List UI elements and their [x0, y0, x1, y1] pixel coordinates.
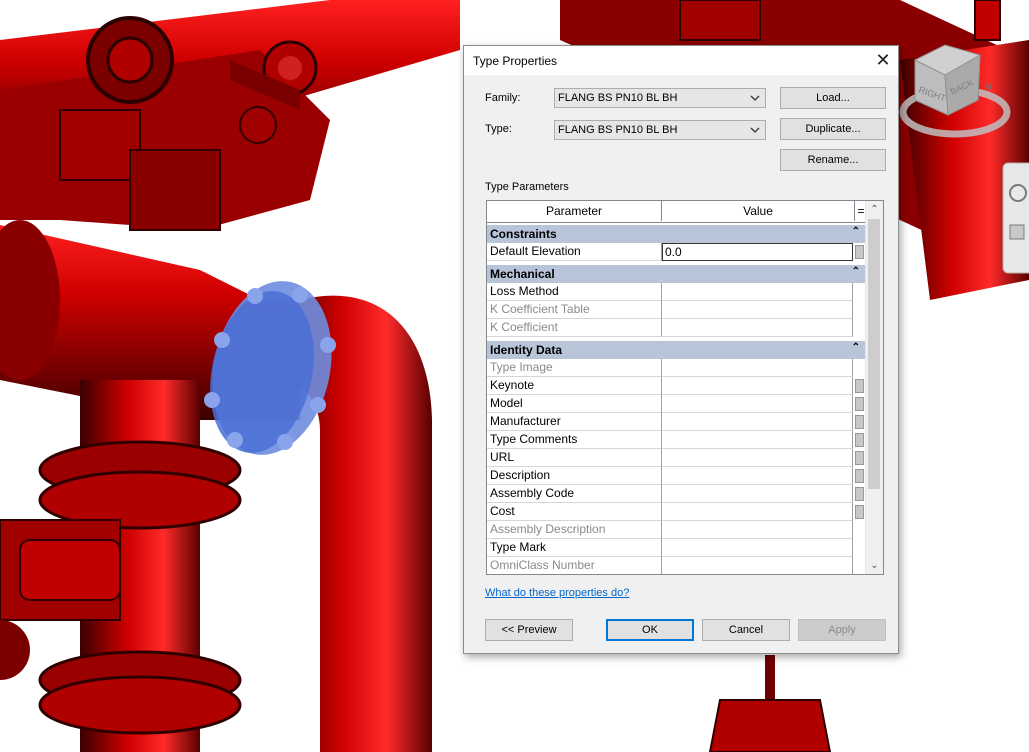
- param-value-input[interactable]: 0.0: [662, 243, 853, 261]
- param-row[interactable]: URL: [487, 449, 866, 467]
- group-label: Mechanical: [490, 267, 555, 281]
- param-value: [662, 301, 853, 319]
- param-row[interactable]: Default Elevation 0.0: [487, 243, 866, 261]
- param-name: K Coefficient: [487, 319, 662, 337]
- load-button[interactable]: Load...: [780, 87, 886, 109]
- param-name: Loss Method: [487, 283, 662, 301]
- duplicate-button[interactable]: Duplicate...: [780, 118, 886, 140]
- param-name: Type Mark: [487, 539, 662, 557]
- preview-button[interactable]: << Preview: [485, 619, 573, 641]
- dialog-titlebar[interactable]: Type Properties ✕: [464, 46, 898, 75]
- scroll-down-icon[interactable]: ⌄: [866, 557, 883, 574]
- param-name: Manufacturer: [487, 413, 662, 431]
- apply-button[interactable]: Apply: [798, 619, 886, 641]
- type-parameters-grid[interactable]: Parameter Value = Constraints ⌃ Default …: [486, 200, 884, 575]
- param-name: Cost: [487, 503, 662, 521]
- formula-button[interactable]: [855, 505, 864, 519]
- family-label: Family:: [485, 92, 521, 104]
- group-mechanical[interactable]: Mechanical ⌃: [487, 265, 866, 283]
- column-header-value[interactable]: Value: [662, 201, 855, 221]
- param-name: URL: [487, 449, 662, 467]
- param-row: Type Image: [487, 359, 866, 377]
- formula-button[interactable]: [855, 487, 864, 501]
- group-label: Identity Data: [490, 343, 563, 357]
- collapse-icon[interactable]: ⌃: [852, 342, 860, 353]
- type-label: Type:: [485, 123, 512, 135]
- formula-button[interactable]: [855, 451, 864, 465]
- param-value[interactable]: [662, 283, 853, 301]
- param-row[interactable]: Model: [487, 395, 866, 413]
- chevron-down-icon: [750, 127, 760, 133]
- collapse-icon[interactable]: ⌃: [852, 226, 860, 237]
- param-value[interactable]: [662, 503, 853, 521]
- param-name: K Coefficient Table: [487, 301, 662, 319]
- chevron-down-icon: [750, 95, 760, 101]
- param-name: Keynote: [487, 377, 662, 395]
- close-icon[interactable]: ✕: [868, 46, 898, 75]
- param-row[interactable]: Loss Method: [487, 283, 866, 301]
- help-link[interactable]: What do these properties do?: [485, 587, 629, 599]
- cancel-button[interactable]: Cancel: [702, 619, 790, 641]
- formula-button[interactable]: [855, 397, 864, 411]
- scroll-up-icon[interactable]: ⌃: [866, 201, 883, 218]
- param-row: OmniClass Number: [487, 557, 866, 574]
- param-row[interactable]: Type Mark: [487, 539, 866, 557]
- param-value[interactable]: [662, 449, 853, 467]
- formula-button[interactable]: [855, 379, 864, 393]
- param-row[interactable]: Type Comments: [487, 431, 866, 449]
- param-name: Default Elevation: [487, 243, 662, 261]
- param-row: Assembly Description: [487, 521, 866, 539]
- rename-button[interactable]: Rename...: [780, 149, 886, 171]
- param-value: [662, 319, 853, 337]
- param-value[interactable]: [662, 431, 853, 449]
- type-value: FLANG BS PN10 BL BH: [558, 124, 678, 136]
- param-value[interactable]: [662, 413, 853, 431]
- param-name: Assembly Code: [487, 485, 662, 503]
- formula-button[interactable]: [855, 433, 864, 447]
- param-value[interactable]: [662, 377, 853, 395]
- type-properties-dialog: Type Properties ✕ Family: FLANG BS PN10 …: [463, 45, 899, 654]
- type-dropdown[interactable]: FLANG BS PN10 BL BH: [554, 120, 766, 140]
- param-value[interactable]: [662, 485, 853, 503]
- group-identity-data[interactable]: Identity Data ⌃: [487, 341, 866, 359]
- svg-text:N: N: [985, 82, 992, 92]
- param-value: [662, 521, 853, 539]
- param-row: K Coefficient Table: [487, 301, 866, 319]
- param-name: OmniClass Number: [487, 557, 662, 574]
- ok-button[interactable]: OK: [606, 619, 694, 641]
- grid-header: Parameter Value =: [487, 201, 867, 223]
- formula-button[interactable]: [855, 245, 864, 259]
- param-value: [662, 557, 853, 574]
- dialog-title: Type Properties: [473, 54, 558, 68]
- param-name: Type Comments: [487, 431, 662, 449]
- param-row[interactable]: Description: [487, 467, 866, 485]
- formula-button[interactable]: [855, 415, 864, 429]
- param-name: Model: [487, 395, 662, 413]
- param-name: Assembly Description: [487, 521, 662, 539]
- param-row[interactable]: Manufacturer: [487, 413, 866, 431]
- param-name: Description: [487, 467, 662, 485]
- family-dropdown[interactable]: FLANG BS PN10 BL BH: [554, 88, 766, 108]
- param-value: [662, 359, 853, 377]
- column-header-parameter[interactable]: Parameter: [487, 201, 662, 221]
- param-value[interactable]: [662, 395, 853, 413]
- formula-button[interactable]: [855, 469, 864, 483]
- grid-scrollbar[interactable]: ⌃ ⌄: [865, 201, 883, 574]
- family-value: FLANG BS PN10 BL BH: [558, 92, 678, 104]
- param-name: Type Image: [487, 359, 662, 377]
- param-row[interactable]: Cost: [487, 503, 866, 521]
- navigation-bar[interactable]: [1002, 162, 1029, 274]
- param-value[interactable]: [662, 539, 853, 557]
- param-value[interactable]: [662, 467, 853, 485]
- param-row[interactable]: Keynote: [487, 377, 866, 395]
- group-constraints[interactable]: Constraints ⌃: [487, 225, 866, 243]
- collapse-icon[interactable]: ⌃: [852, 266, 860, 277]
- type-parameters-label: Type Parameters: [485, 181, 569, 193]
- param-row: K Coefficient: [487, 319, 866, 337]
- param-row[interactable]: Assembly Code: [487, 485, 866, 503]
- scrollbar-thumb[interactable]: [868, 219, 880, 489]
- group-label: Constraints: [490, 227, 557, 241]
